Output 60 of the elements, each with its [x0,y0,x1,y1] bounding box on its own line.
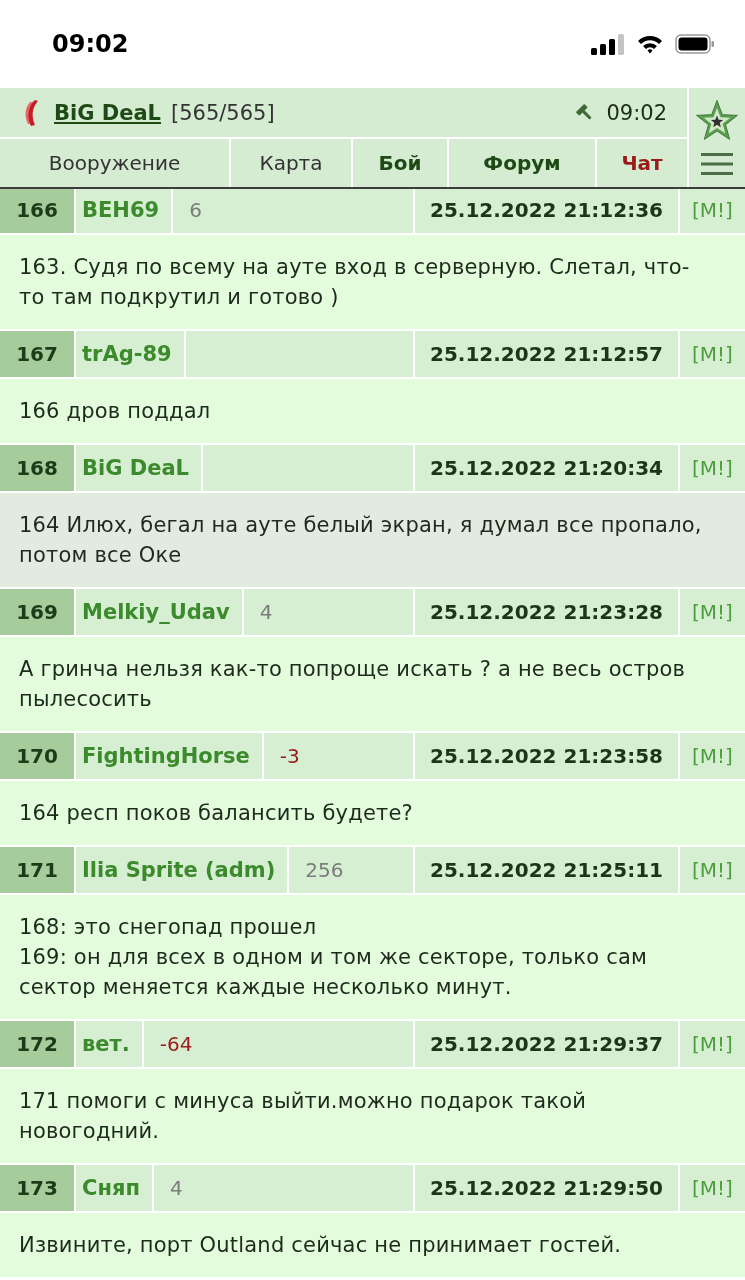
post-number: 173 [0,1165,74,1211]
rating-cell: 4 [153,1165,413,1211]
nav-tab[interactable]: Форум [449,139,595,187]
report-link[interactable]: [M!] [680,1021,745,1067]
post-date: 25.12.2022 21:25:11 [415,847,678,893]
report-link[interactable]: [M!] [680,847,745,893]
status-time: 09:02 [52,30,129,58]
post-text: 171 помоги с минуса выйти.можно подарок такой новогодний. [0,1069,745,1163]
report-link[interactable]: [M!] [680,189,745,233]
battery-icon [675,34,715,54]
report-link[interactable]: [M!] [680,445,745,491]
post-text: А гринча нельзя как-то попроще искать ? а не весь остров пылесосить [0,637,745,731]
post-number: 171 [0,847,74,893]
rating-cell: 6 [173,189,413,233]
author-link[interactable]: Сняп [76,1165,152,1211]
nav-tab[interactable]: Карта [231,139,351,187]
post-text: Извините, порт Outland сейчас не принимает гостей. [0,1213,745,1277]
post-number: 167 [0,331,74,377]
post-text: 164 респ поков балансить будете? [0,781,745,845]
report-link[interactable]: [M!] [680,589,745,635]
post-number: 172 [0,1021,74,1067]
post-date: 25.12.2022 21:29:37 [415,1021,678,1067]
post-number: 169 [0,589,74,635]
author-link[interactable]: FightingHorse [76,733,262,779]
post-date: 25.12.2022 21:12:57 [415,331,678,377]
nav-tab[interactable]: Чат [597,139,687,187]
post-number: 170 [0,733,74,779]
header-time: 09:02 [606,100,667,125]
post-text: 163. Судя по всему на ауте вход в серверную. Слетал, что-то там подкрутил и готово ) [0,235,745,329]
post-date: 25.12.2022 21:20:34 [415,445,678,491]
rating-cell: 256 [289,847,413,893]
rating-cell: 4 [243,589,413,635]
post-date: 25.12.2022 21:23:28 [415,589,678,635]
post-date: 25.12.2022 21:12:36 [415,189,678,233]
post-number: 168 [0,445,74,491]
star-icon[interactable] [695,99,739,141]
author-link[interactable]: BEH69 [76,189,172,233]
post-date: 25.12.2022 21:29:50 [415,1165,678,1211]
health-count: [565/565] [171,100,275,125]
author-link[interactable]: trAg-89 [76,331,184,377]
user-name-link[interactable]: BiG DeaL [54,100,161,125]
menu-icon[interactable] [701,153,733,175]
author-link[interactable]: BiG DeaL [76,445,201,491]
rating-cell: -64 [143,1021,413,1067]
author-link[interactable]: вет. [76,1021,142,1067]
signal-icon [591,33,625,55]
post-text: 166 дров поддал [0,379,745,443]
post-text: 168: это снегопад прошел 169: он для всех в одном и том же секторе, только сам сектор меняется каждые несколько минут. [0,895,745,1019]
report-link[interactable]: [M!] [680,733,745,779]
author-link[interactable]: Melkiy_Udav [76,589,242,635]
post-number: 166 [0,189,74,233]
author-link[interactable]: Ilia Sprite (adm) [76,847,288,893]
nav-tab[interactable]: Бой [353,139,447,187]
nav-tab[interactable]: Вооружение [0,139,229,187]
rating-cell: -3 [263,733,413,779]
report-link[interactable]: [M!] [680,1165,745,1211]
post-text: 164 Илюх, бегал на ауте белый экран, я думал все пропало, потом все Оке [0,493,745,587]
post-date: 25.12.2022 21:23:58 [415,733,678,779]
report-link[interactable]: [M!] [680,331,745,377]
wifi-icon [637,34,663,54]
